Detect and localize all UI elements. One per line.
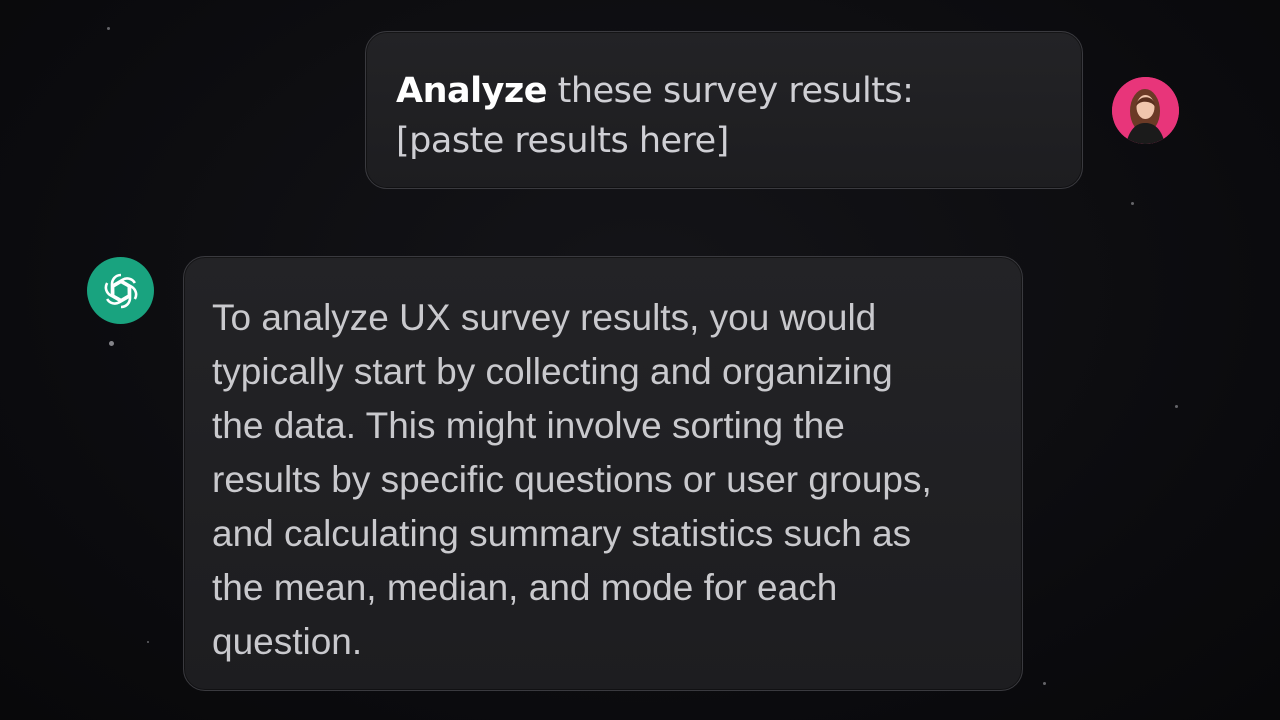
background-star bbox=[1043, 682, 1046, 685]
background-star bbox=[107, 27, 110, 30]
assistant-message-line: results by specific questions or user gr… bbox=[212, 459, 932, 500]
user-message-text: Analyze these survey results: [paste res… bbox=[396, 66, 1052, 166]
assistant-message-text: To analyze UX survey results, you would … bbox=[212, 291, 994, 669]
background-star bbox=[1131, 202, 1134, 205]
assistant-message-line: To analyze UX survey results, you would bbox=[212, 297, 877, 338]
user-avatar bbox=[1112, 77, 1179, 144]
background-star bbox=[109, 341, 114, 346]
user-message-rest: these survey results: bbox=[547, 71, 914, 111]
user-message-line2: [paste results here] bbox=[396, 121, 729, 161]
openai-logo-icon bbox=[104, 273, 137, 308]
assistant-message-line: and calculating summary statistics such … bbox=[212, 513, 912, 554]
assistant-message-line: question. bbox=[212, 621, 363, 662]
chat-canvas: Analyze these survey results: [paste res… bbox=[0, 0, 1280, 720]
user-avatar-photo bbox=[1112, 77, 1179, 144]
background-star bbox=[1175, 405, 1178, 408]
user-message-bold: Analyze bbox=[396, 71, 548, 111]
user-message-bubble: Analyze these survey results: [paste res… bbox=[365, 31, 1083, 189]
background-star bbox=[147, 641, 149, 643]
assistant-message-line: typically start by collecting and organi… bbox=[212, 351, 893, 392]
assistant-message-line: the data. This might involve sorting the bbox=[212, 405, 845, 446]
assistant-message-bubble: To analyze UX survey results, you would … bbox=[183, 256, 1023, 691]
assistant-message-line: the mean, median, and mode for each bbox=[212, 567, 838, 608]
assistant-avatar bbox=[87, 257, 154, 324]
